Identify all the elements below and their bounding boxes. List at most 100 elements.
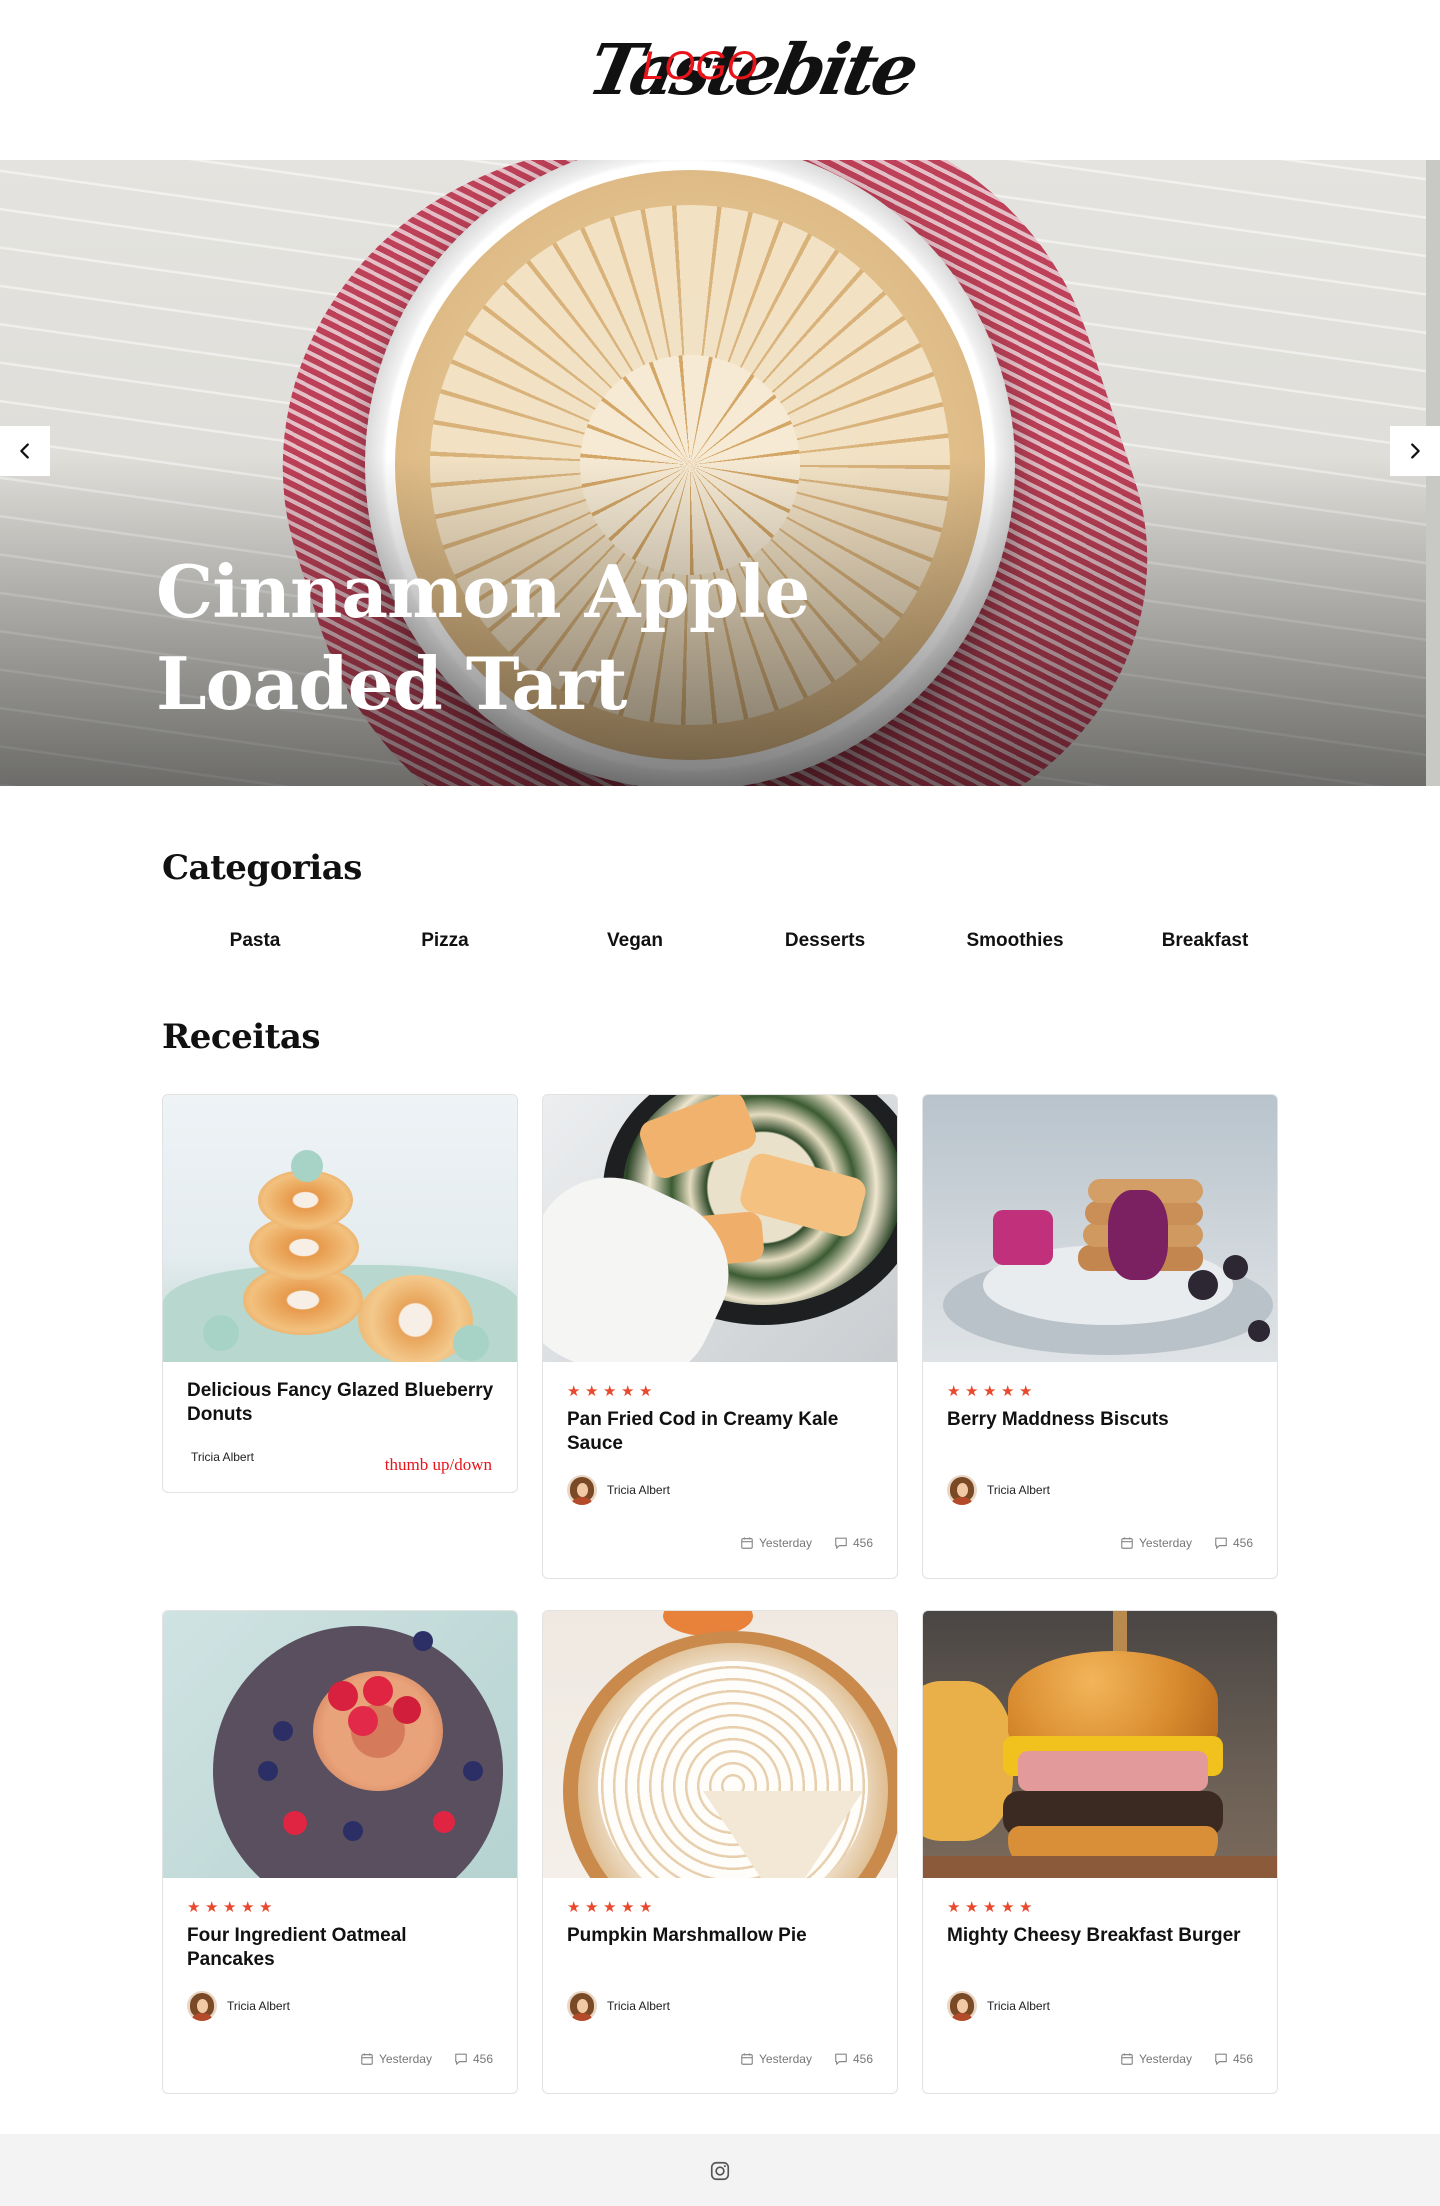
- recipe-date: Yesterday: [1120, 1536, 1192, 1550]
- category-vegan[interactable]: Vegan: [542, 925, 728, 957]
- avatar: [947, 1475, 977, 1505]
- star-icon: ★: [205, 1898, 219, 1916]
- comment-count: 456: [852, 1536, 873, 1550]
- star-icon: ★: [567, 1382, 581, 1400]
- recipe-comments[interactable]: 456: [1214, 2052, 1253, 2066]
- star-icon: ★: [621, 1382, 635, 1400]
- comment-icon: [455, 2053, 467, 2065]
- star-icon: ★: [621, 1898, 635, 1916]
- author-name: Tricia Albert: [227, 1999, 290, 2013]
- recipe-title[interactable]: Mighty Cheesy Breakfast Burger: [947, 1924, 1257, 1948]
- recipe-title[interactable]: Berry Maddness Biscuts: [947, 1408, 1257, 1432]
- star-icon: ★: [947, 1382, 961, 1400]
- star-icon: ★: [947, 1898, 961, 1916]
- recipes-title: Receitas: [162, 1017, 321, 1057]
- chevron-left-icon: [20, 443, 29, 459]
- recipe-author[interactable]: Tricia Albert: [187, 1991, 290, 2021]
- recipe-author[interactable]: Tricia Albert: [567, 1475, 670, 1505]
- category-pasta[interactable]: Pasta: [162, 925, 348, 957]
- categories-title: Categorias: [162, 848, 362, 888]
- avatar: [947, 1991, 977, 2021]
- recipe-image: [543, 1095, 897, 1362]
- recipe-card[interactable]: ★ ★ ★ ★ ★ Four Ingredient Oatmeal Pancak…: [162, 1610, 518, 2094]
- hero-title[interactable]: Cinnamon Apple Loaded Tart: [156, 546, 856, 730]
- author-name: Tricia Albert: [987, 1999, 1050, 2013]
- thumb-rating-placeholder: thumb up/down: [384, 1455, 492, 1474]
- author-name: Tricia Albert: [987, 1483, 1050, 1497]
- recipe-meta: Yesterday 456: [740, 2052, 873, 2066]
- hero-carousel: Cinnamon Apple Loaded Tart: [0, 160, 1440, 786]
- rating-stars: ★ ★ ★ ★ ★: [567, 1898, 653, 1916]
- comment-count: 456: [852, 2052, 873, 2066]
- calendar-icon: [741, 2053, 753, 2065]
- recipe-meta: Yesterday 456: [1120, 2052, 1253, 2066]
- comment-icon: [1215, 2053, 1227, 2065]
- recipe-meta: Yesterday 456: [360, 2052, 493, 2066]
- comment-icon: [835, 2053, 847, 2065]
- recipe-date: Yesterday: [360, 2052, 432, 2066]
- carousel-prev-button[interactable]: [0, 426, 50, 476]
- author-name: Tricia Albert: [607, 1483, 670, 1497]
- recipe-comments[interactable]: 456: [834, 1536, 873, 1550]
- recipe-comments[interactable]: 456: [454, 2052, 493, 2066]
- star-icon: ★: [1001, 1898, 1015, 1916]
- recipe-card[interactable]: ★ ★ ★ ★ ★ Mighty Cheesy Breakfast Burger…: [922, 1610, 1278, 2094]
- recipe-card[interactable]: ★ ★ ★ ★ ★ Berry Maddness Biscuts Tricia …: [922, 1094, 1278, 1579]
- recipe-image: [163, 1611, 517, 1878]
- chevron-right-icon: [1411, 443, 1420, 459]
- site-logo[interactable]: Tastebite LOGO: [581, 28, 922, 111]
- category-desserts[interactable]: Desserts: [732, 925, 918, 957]
- recipe-meta: Yesterday 456: [740, 1536, 873, 1550]
- recipe-title[interactable]: Pan Fried Cod in Creamy Kale Sauce: [567, 1408, 877, 1456]
- star-icon: ★: [1001, 1382, 1015, 1400]
- calendar-icon: [1121, 1537, 1133, 1549]
- author-name[interactable]: Tricia Albert: [191, 1450, 254, 1464]
- star-icon: ★: [603, 1382, 617, 1400]
- category-pizza[interactable]: Pizza: [352, 925, 538, 957]
- logo-placeholder-label: LOGO: [642, 44, 758, 88]
- recipe-meta: Yesterday 456: [1120, 1536, 1253, 1550]
- comment-icon: [1215, 1537, 1227, 1549]
- date-text: Yesterday: [759, 1536, 812, 1550]
- star-icon: ★: [585, 1382, 599, 1400]
- star-icon: ★: [1019, 1382, 1033, 1400]
- site-footer: [0, 2134, 1440, 2206]
- recipe-card[interactable]: ★ ★ ★ ★ ★ Pumpkin Marshmallow Pie Tricia…: [542, 1610, 898, 2094]
- recipe-title[interactable]: Four Ingredient Oatmeal Pancakes: [187, 1924, 497, 1972]
- recipe-image: [163, 1095, 517, 1362]
- comment-icon: [835, 1537, 847, 1549]
- recipe-author[interactable]: Tricia Albert: [947, 1991, 1050, 2021]
- recipe-card[interactable]: ★ ★ ★ ★ ★ Pan Fried Cod in Creamy Kale S…: [542, 1094, 898, 1579]
- recipe-card[interactable]: Delicious Fancy Glazed Blueberry Donuts …: [162, 1094, 518, 1493]
- hero-title-line1: Cinnamon Apple: [156, 549, 810, 634]
- star-icon: ★: [639, 1898, 653, 1916]
- recipe-author[interactable]: Tricia Albert: [567, 1991, 670, 2021]
- hero-title-line2: Loaded Tart: [156, 641, 627, 726]
- avatar: [567, 1475, 597, 1505]
- instagram-icon[interactable]: [709, 2160, 731, 2182]
- recipe-title[interactable]: Pumpkin Marshmallow Pie: [567, 1924, 877, 1948]
- star-icon: ★: [187, 1898, 201, 1916]
- category-smoothies[interactable]: Smoothies: [922, 925, 1108, 957]
- recipe-image: [543, 1611, 897, 1878]
- recipe-title[interactable]: Delicious Fancy Glazed Blueberry Donuts: [187, 1379, 497, 1427]
- star-icon: ★: [223, 1898, 237, 1916]
- avatar: [187, 1991, 217, 2021]
- calendar-icon: [741, 1537, 753, 1549]
- star-icon: ★: [585, 1898, 599, 1916]
- carousel-next-button[interactable]: [1390, 426, 1440, 476]
- recipe-image: [923, 1611, 1277, 1878]
- star-icon: ★: [241, 1898, 255, 1916]
- category-breakfast[interactable]: Breakfast: [1112, 925, 1298, 957]
- recipe-author[interactable]: Tricia Albert: [947, 1475, 1050, 1505]
- calendar-icon: [1121, 2053, 1133, 2065]
- star-icon: ★: [965, 1382, 979, 1400]
- recipe-date: Yesterday: [1120, 2052, 1192, 2066]
- recipe-comments[interactable]: 456: [1214, 1536, 1253, 1550]
- site-header: Tastebite LOGO: [0, 0, 1440, 160]
- author-name: Tricia Albert: [607, 1999, 670, 2013]
- star-icon: ★: [567, 1898, 581, 1916]
- rating-stars: ★ ★ ★ ★ ★: [947, 1898, 1033, 1916]
- recipe-comments[interactable]: 456: [834, 2052, 873, 2066]
- star-icon: ★: [965, 1898, 979, 1916]
